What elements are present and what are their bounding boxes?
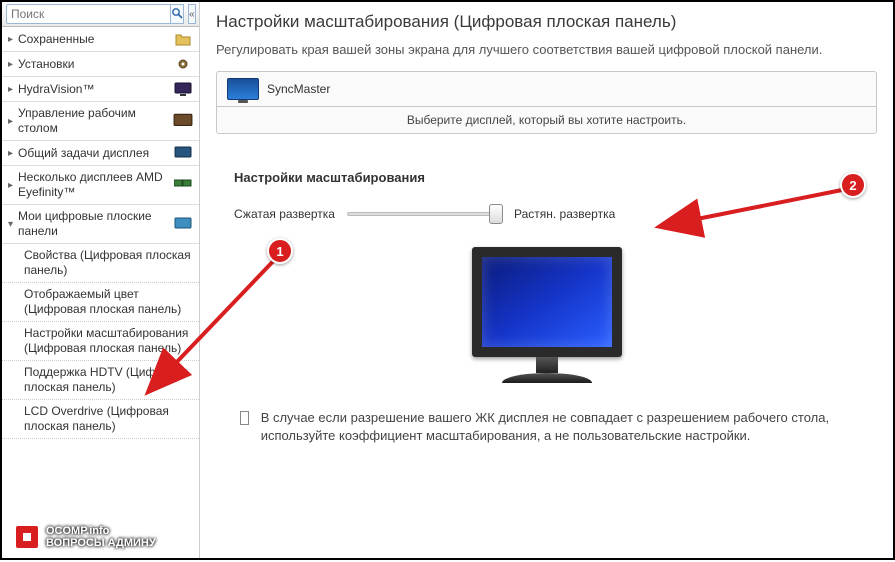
group-title: Настройки масштабирования — [234, 170, 859, 185]
sidebar-subitem-properties[interactable]: Свойства (Цифровая плоская панель) — [2, 244, 199, 283]
chevron-right-icon: ▸ — [8, 59, 18, 70]
sidebar-subitem-label: Поддержка HDTV (Цифровая плоская панель) — [24, 365, 188, 394]
search-button[interactable] — [171, 4, 184, 24]
sidebar-item-saved[interactable]: ▸ Сохраненные — [2, 27, 199, 52]
sidebar-item-label: Установки — [18, 57, 169, 72]
display-name: SyncMaster — [267, 82, 330, 96]
slider-thumb[interactable] — [489, 204, 503, 224]
sidebar-item-dfp[interactable]: ▾ Мои цифровые плоские панели — [2, 205, 199, 244]
folder-icon — [173, 31, 193, 47]
sidebar-subitem-hdtv[interactable]: Поддержка HDTV (Цифровая плоская панель) — [2, 361, 199, 400]
sidebar-item-hydravision[interactable]: ▸ HydraVision™ — [2, 77, 199, 102]
page-title: Настройки масштабирования (Цифровая плос… — [216, 12, 877, 32]
slider-label-right: Растян. развертка — [514, 207, 615, 221]
flat-panel-icon — [173, 216, 193, 232]
chevron-right-icon: ▸ — [8, 84, 18, 95]
scaling-slider[interactable] — [347, 212, 502, 216]
sidebar: « ▸ Сохраненные ▸ Установки ▸ HydraVisio… — [2, 2, 200, 558]
sidebar-item-label: Несколько дисплеев AMD Eyefinity™ — [18, 170, 169, 200]
display-hint: Выберите дисплей, который вы хотите наст… — [217, 106, 876, 133]
monitor-base-icon — [502, 373, 592, 383]
sidebar-subitem-overdrive[interactable]: LCD Overdrive (Цифровая плоская панель) — [2, 400, 199, 439]
chevron-double-left-icon: « — [189, 9, 195, 20]
sidebar-nav: ▸ Сохраненные ▸ Установки ▸ HydraVision™ — [2, 27, 199, 558]
settings-icon — [173, 56, 193, 72]
sidebar-item-eyefinity[interactable]: ▸ Несколько дисплеев AMD Eyefinity™ — [2, 166, 199, 205]
sidebar-item-desktop-mgmt[interactable]: ▸ Управление рабочим столом — [2, 102, 199, 141]
multi-display-icon — [173, 177, 193, 193]
sidebar-subitem-label: Отображаемый цвет (Цифровая плоская пане… — [24, 287, 181, 316]
sidebar-item-label: HydraVision™ — [18, 82, 169, 97]
sidebar-subitem-scaling[interactable]: Настройки масштабирования (Цифровая плос… — [2, 322, 199, 361]
monitor-thumb-icon — [227, 78, 259, 100]
sidebar-subnav-dfp: Свойства (Цифровая плоская панель) Отобр… — [2, 244, 199, 439]
chevron-right-icon: ▸ — [8, 116, 18, 127]
scaling-checkbox-label: В случае если разрешение вашего ЖК диспл… — [261, 409, 853, 445]
page-description: Регулировать края вашей зоны экрана для … — [216, 42, 877, 57]
monitor-preview — [457, 247, 637, 383]
sidebar-item-label: Управление рабочим столом — [18, 106, 169, 136]
display-icon — [173, 145, 193, 161]
slider-label-left: Сжатая развертка — [234, 207, 335, 221]
chevron-down-icon: ▾ — [8, 219, 18, 230]
scaling-checkbox[interactable] — [240, 411, 249, 425]
sidebar-subitem-label: Настройки масштабирования (Цифровая плос… — [24, 326, 188, 355]
monitor-stand-icon — [536, 357, 558, 373]
search-row: « — [2, 2, 199, 27]
sidebar-subitem-label: Свойства (Цифровая плоская панель) — [24, 248, 191, 277]
scaling-settings-group: Настройки масштабирования Сжатая разверт… — [216, 156, 877, 459]
monitor-preview-screen — [472, 247, 622, 357]
search-input[interactable] — [6, 4, 171, 24]
sidebar-item-label: Мои цифровые плоские панели — [18, 209, 169, 239]
search-icon — [171, 7, 183, 22]
sidebar-subitem-label: LCD Overdrive (Цифровая плоская панель) — [24, 404, 169, 433]
sidebar-item-label: Общий задачи дисплея — [18, 146, 169, 161]
scaling-slider-row: Сжатая развертка Растян. развертка — [234, 207, 859, 221]
monitor-icon — [173, 81, 193, 97]
display-row[interactable]: SyncMaster — [217, 72, 876, 106]
chevron-right-icon: ▸ — [8, 180, 18, 191]
display-selector: SyncMaster Выберите дисплей, который вы … — [216, 71, 877, 134]
main-panel: Настройки масштабирования (Цифровая плос… — [200, 2, 893, 558]
sidebar-item-display-tasks[interactable]: ▸ Общий задачи дисплея — [2, 141, 199, 166]
chevron-right-icon: ▸ — [8, 34, 18, 45]
sidebar-item-presets[interactable]: ▸ Установки — [2, 52, 199, 77]
sidebar-subitem-color[interactable]: Отображаемый цвет (Цифровая плоская пане… — [2, 283, 199, 322]
scaling-checkbox-row: В случае если разрешение вашего ЖК диспл… — [234, 409, 859, 445]
collapse-sidebar-button[interactable]: « — [188, 4, 196, 24]
sidebar-item-label: Сохраненные — [18, 32, 169, 47]
desktop-icon — [173, 113, 193, 129]
chevron-right-icon: ▸ — [8, 148, 18, 159]
